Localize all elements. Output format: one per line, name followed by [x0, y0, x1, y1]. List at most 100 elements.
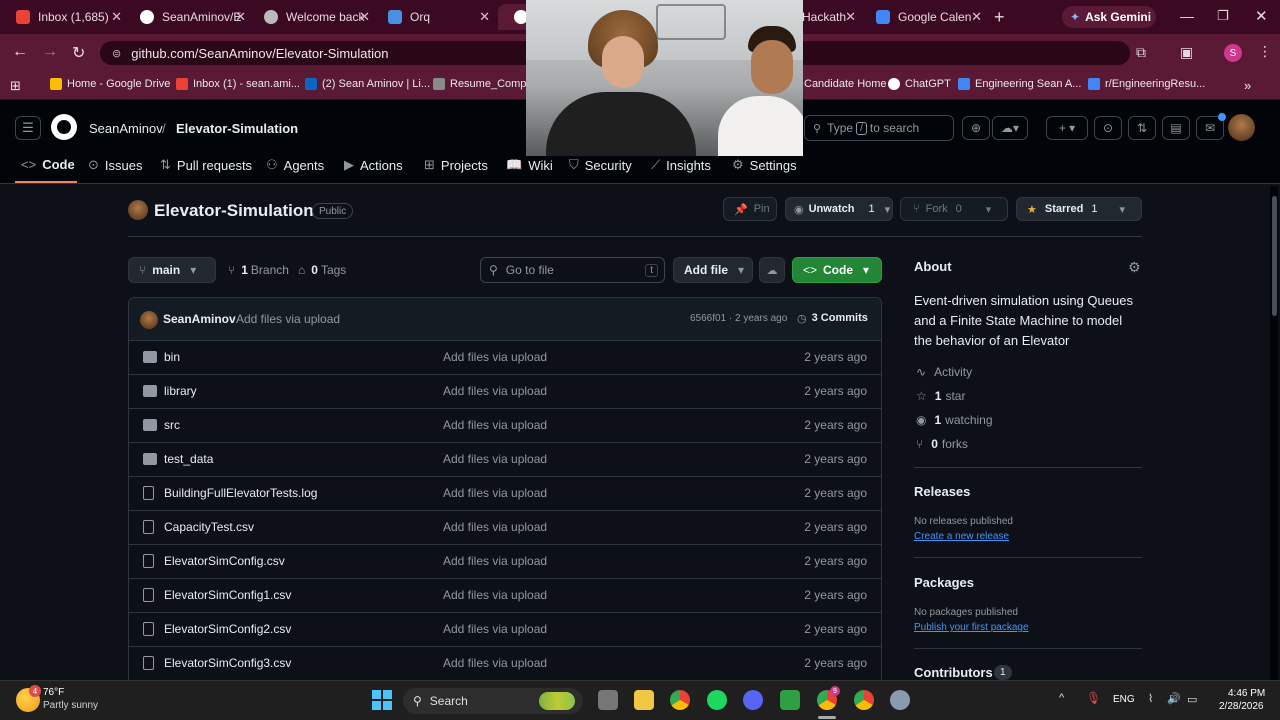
file-commit-message[interactable]: Add files via upload — [443, 452, 547, 466]
file-row[interactable]: BuildingFullElevatorTests.log Add files v… — [129, 477, 881, 511]
file-name-link[interactable]: BuildingFullElevatorTests.log — [164, 486, 317, 500]
tab-pull-requests[interactable]: ⇅ Pull requests — [160, 157, 252, 173]
bookmark-item[interactable]: r/EngineeringResu... — [1088, 78, 1205, 90]
file-commit-message[interactable]: Add files via upload — [443, 486, 547, 500]
bookmark-item[interactable]: Home - Google Drive — [50, 78, 170, 90]
tab-agents[interactable]: ⚇ Agents — [266, 157, 324, 173]
minimize-icon[interactable]: — — [1180, 8, 1194, 24]
file-commit-message[interactable]: Add files via upload — [443, 588, 547, 602]
tab-projects[interactable]: ⊞ Projects — [424, 157, 488, 173]
weather-condition[interactable]: Partly sunny — [43, 700, 98, 711]
pin-button[interactable]: 📌 Pin — [723, 197, 777, 221]
bookmark-item[interactable]: Inbox (1) - sean.ami... — [176, 78, 300, 90]
clock-time[interactable]: 4:46 PM — [1228, 688, 1265, 699]
user-avatar[interactable] — [1228, 114, 1255, 141]
fork-button[interactable]: ⑂ Fork 0 ▾ — [900, 197, 1008, 221]
file-row[interactable]: ElevatorSimConfig3.csv Add files via uplo… — [129, 647, 881, 681]
repo-title[interactable]: Elevator-Simulation — [154, 201, 314, 221]
tab-orq[interactable]: Orq ✕ — [372, 4, 496, 30]
task-view-icon[interactable] — [598, 690, 618, 710]
commit-message[interactable]: Add files via upload — [236, 312, 340, 326]
create-release-link[interactable]: Create a new release — [914, 531, 1009, 542]
more-bookmarks-icon[interactable]: » — [1244, 78, 1251, 93]
file-row[interactable]: ElevatorSimConfig2.csv Add files via uplo… — [129, 613, 881, 647]
go-to-file-input[interactable]: ⚲ Go to file t — [480, 257, 665, 283]
tab-issues[interactable]: ⊙ Issues — [88, 157, 142, 173]
file-commit-message[interactable]: Add files via upload — [443, 384, 547, 398]
file-commit-message[interactable]: Add files via upload — [443, 656, 547, 670]
file-name-link[interactable]: src — [164, 418, 180, 432]
window-close-icon[interactable]: ✕ — [1255, 7, 1268, 25]
repo-link[interactable]: Elevator-Simulation — [176, 121, 298, 136]
file-commit-message[interactable]: Add files via upload — [443, 554, 547, 568]
file-explorer-icon[interactable] — [634, 690, 654, 710]
close-icon[interactable]: ✕ — [845, 9, 856, 25]
bookmark-item[interactable]: Engineering Sean A... — [958, 78, 1081, 90]
spotify-icon[interactable] — [707, 690, 727, 710]
menu-kebab-icon[interactable]: ⋮ — [1258, 43, 1272, 60]
close-icon[interactable]: ✕ — [971, 9, 982, 25]
bookmark-item[interactable]: ChatGPT — [888, 78, 951, 90]
branch-selector[interactable]: ⑂ main ▾ — [128, 257, 216, 283]
profile-avatar[interactable]: S — [1224, 44, 1242, 62]
file-commit-message[interactable]: Add files via upload — [443, 350, 547, 364]
windows-start-icon[interactable] — [372, 690, 392, 710]
apps-grid-icon[interactable]: ⊞ — [10, 78, 21, 94]
file-name-link[interactable]: ElevatorSimConfig.csv — [164, 554, 285, 568]
file-commit-message[interactable]: Add files via upload — [443, 622, 547, 636]
tab-insights[interactable]: ⟋ Insights — [651, 157, 711, 173]
site-info-icon[interactable]: ⊜ — [112, 47, 121, 60]
close-icon[interactable]: ✕ — [479, 9, 490, 25]
commit-author[interactable]: SeanAminov — [163, 312, 236, 326]
discord-icon[interactable] — [743, 690, 763, 710]
tab-settings[interactable]: ⚙ Settings — [732, 157, 797, 173]
reload-icon[interactable]: ↻ — [72, 43, 85, 63]
settings-app-icon[interactable] — [890, 690, 910, 710]
file-name-link[interactable]: library — [164, 384, 197, 398]
publish-package-link[interactable]: Publish your first package — [914, 622, 1029, 633]
microphone-icon[interactable]: 🎙 — [1086, 691, 1101, 705]
file-name-link[interactable]: bin — [164, 350, 180, 364]
language-indicator[interactable]: ENG — [1113, 694, 1135, 705]
tab-inbox[interactable]: Inbox (1,685) ✕ — [0, 4, 128, 30]
extensions-icon[interactable]: ⧉ — [1136, 44, 1146, 61]
file-name-link[interactable]: CapacityTest.csv — [164, 520, 254, 534]
github-search-input[interactable]: ⚲ Type / to search — [804, 115, 954, 141]
file-row[interactable]: library Add files via upload 2 years ago — [129, 375, 881, 409]
file-row[interactable]: bin Add files via upload 2 years ago — [129, 341, 881, 375]
close-icon[interactable]: ✕ — [235, 9, 246, 25]
chrome-alt-icon[interactable] — [854, 690, 874, 710]
releases-heading[interactable]: Releases — [914, 484, 970, 499]
starred-button[interactable]: ★ Starred 1 ▾ — [1016, 197, 1142, 221]
back-icon[interactable]: ← — [12, 43, 28, 61]
bookmark-item[interactable]: Resume_CompSc — [433, 78, 539, 90]
tab-welcome[interactable]: Welcome back ✕ — [248, 4, 376, 30]
forks-link[interactable]: ⑂ 0 forks — [916, 437, 968, 451]
clock-date[interactable]: 2/28/2026 — [1219, 701, 1264, 712]
file-name-link[interactable]: ElevatorSimConfig1.csv — [164, 588, 291, 602]
tags-link[interactable]: ⌂ 0 Tags — [298, 263, 346, 277]
commits-link[interactable]: ◷ 3 Commits — [797, 312, 868, 325]
contributors-heading[interactable]: Contributors — [914, 665, 993, 680]
weather-temperature[interactable]: 76°F — [43, 687, 64, 698]
copilot-dropdown-icon[interactable]: ☁▾ — [992, 116, 1028, 140]
activity-link[interactable]: ∿ Activity — [916, 365, 972, 379]
copilot-icon[interactable]: ⊕ — [962, 116, 990, 140]
tab-github[interactable]: SeanAminov/E ✕ — [124, 4, 252, 30]
file-name-link[interactable]: ElevatorSimConfig2.csv — [164, 622, 291, 636]
file-name-link[interactable]: ElevatorSimConfig3.csv — [164, 656, 291, 670]
file-commit-message[interactable]: Add files via upload — [443, 520, 547, 534]
tray-overflow-icon[interactable]: ^ — [1059, 692, 1064, 704]
stars-link[interactable]: ☆ 1 star — [916, 389, 965, 403]
owner-link[interactable]: SeanAminov — [89, 121, 163, 136]
bookmark-item[interactable]: (2) Sean Aminov | Li... — [305, 78, 430, 90]
close-icon[interactable]: ✕ — [111, 9, 122, 25]
tab-code[interactable]: <> Code — [21, 157, 75, 172]
file-commit-message[interactable]: Add files via upload — [443, 418, 547, 432]
code-button[interactable]: <> Code ▾ — [792, 257, 882, 283]
wifi-icon[interactable]: ⌇ — [1148, 692, 1153, 705]
tab-security[interactable]: ⛉ Security — [569, 157, 632, 173]
add-file-button[interactable]: Add file ▾ — [673, 257, 753, 283]
new-tab-button[interactable]: + — [994, 7, 1005, 28]
battery-icon[interactable]: ▭ — [1187, 693, 1197, 706]
